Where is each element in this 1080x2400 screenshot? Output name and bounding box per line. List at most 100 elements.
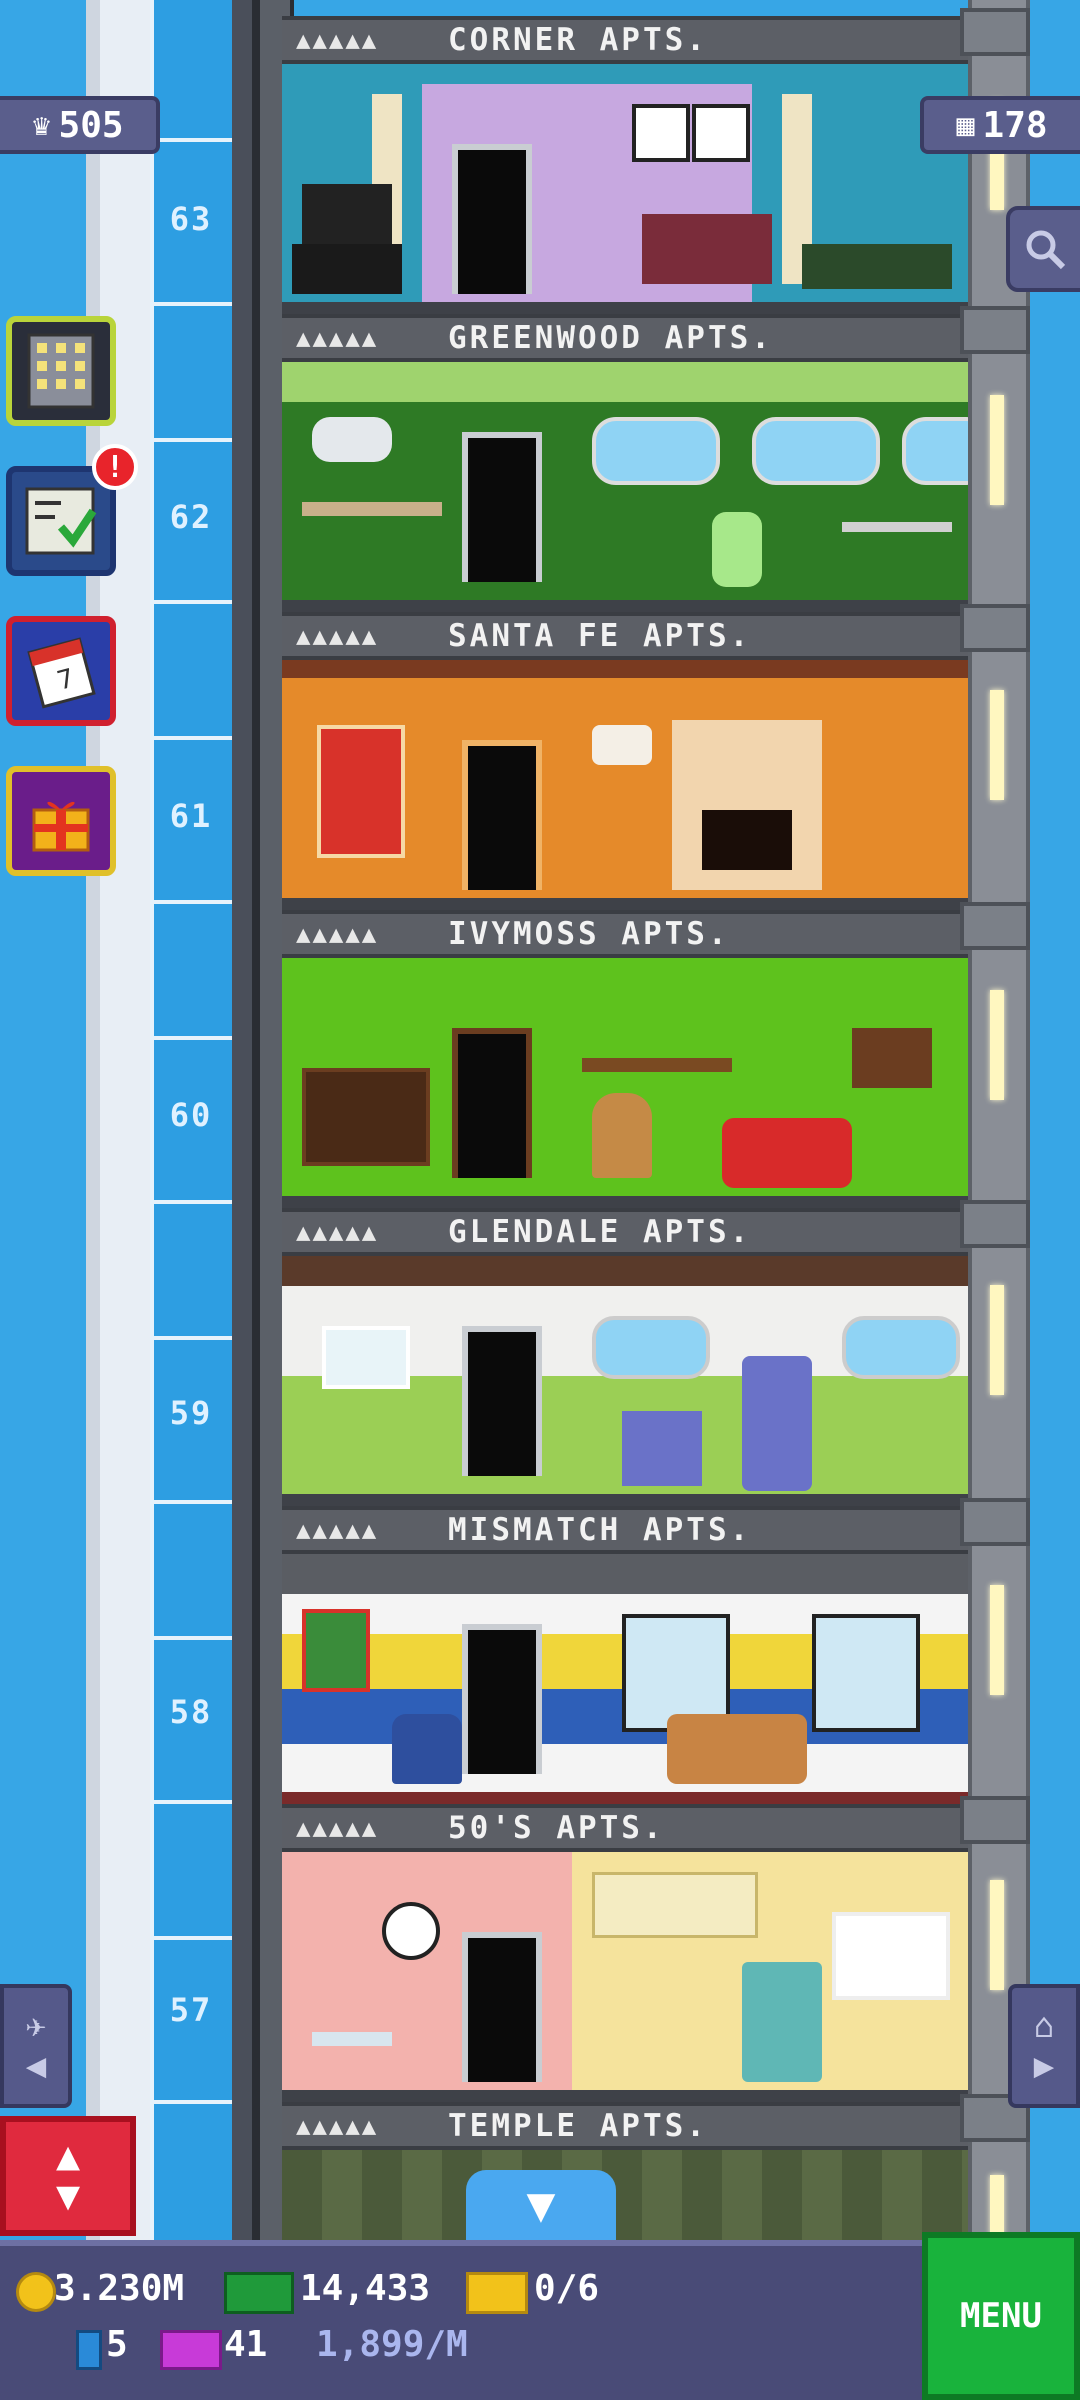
floor-base — [282, 1494, 968, 1506]
calendar-button[interactable]: 7 — [6, 616, 116, 726]
desk — [842, 522, 952, 532]
upper-cabinets — [592, 1872, 758, 1938]
floor-name: SANTA FE APTS. — [448, 618, 752, 654]
floor-stars: ▲▲▲▲▲ — [296, 2112, 379, 2140]
down-arrow-icon: ▼ — [526, 2177, 556, 2233]
floor-50s-apts[interactable] — [282, 1852, 968, 2102]
table — [312, 2032, 392, 2046]
keys-value: 5 — [106, 2324, 128, 2365]
floor-name: CORNER APTS. — [448, 22, 708, 58]
floor-number: 61 — [169, 797, 213, 835]
window — [842, 1316, 960, 1379]
light-strip — [990, 1880, 1004, 1990]
floor-name: GLENDALE APTS. — [448, 1214, 752, 1250]
temple-stone-wall — [282, 2150, 968, 2240]
floor-stars: ▲▲▲▲▲ — [296, 1814, 379, 1842]
floor-stars: ▲▲▲▲▲ — [296, 622, 379, 650]
income-rate: 1,899/M — [316, 2324, 468, 2365]
floor-cap — [960, 1498, 1030, 1546]
search-button[interactable] — [1006, 206, 1080, 292]
floor-number: 60 — [169, 1096, 213, 1134]
apartment-door[interactable] — [462, 432, 542, 582]
chevron-right-icon: ▶ — [1033, 2046, 1055, 2086]
gift-icon — [32, 801, 90, 852]
floor-stars: ▲▲▲▲▲ — [296, 1516, 379, 1544]
coin-icon — [16, 2272, 56, 2312]
floor-cap — [960, 306, 1030, 354]
build-floor-button[interactable] — [6, 316, 116, 426]
gift-button[interactable] — [6, 766, 116, 876]
floor-ivymoss-apts[interactable] — [282, 958, 968, 1208]
window — [852, 1028, 932, 1088]
floor-stars: ▲▲▲▲▲ — [296, 26, 379, 54]
tv-stand — [292, 244, 402, 294]
home-icon: ⌂ — [1033, 2006, 1055, 2046]
light-strip — [990, 1285, 1004, 1395]
window — [752, 417, 880, 485]
scroll-down-button[interactable]: ▼ — [466, 2170, 616, 2240]
window — [812, 1614, 920, 1732]
wall-trim — [282, 362, 968, 402]
floor-base — [282, 898, 968, 910]
shaft-marker — [150, 1036, 232, 1040]
apartment-door[interactable] — [452, 1028, 532, 1178]
floor-base — [282, 302, 968, 314]
light-strip — [990, 395, 1004, 505]
floor-cap — [960, 8, 1030, 56]
picture-frame — [322, 1326, 410, 1389]
building-icon: ▦ — [956, 107, 975, 143]
home-nav-button[interactable]: ⌂ ▶ — [1008, 1984, 1080, 2108]
floor-stars: ▲▲▲▲▲ — [296, 324, 379, 352]
chevron-left-icon: ◀ — [25, 2046, 47, 2086]
elevator-button[interactable]: ▲ ▼ — [0, 2116, 136, 2236]
population-count: 505 — [58, 104, 124, 146]
floor-number: 59 — [169, 1394, 213, 1432]
magnifier-icon — [1026, 230, 1066, 270]
floor-cap — [960, 1796, 1030, 1844]
cactus — [712, 512, 762, 587]
apartment-door[interactable] — [462, 740, 542, 890]
apartment-door[interactable] — [462, 1326, 542, 1476]
up-arrow-icon: ▲ — [55, 2133, 81, 2179]
floor-glendale-apts[interactable] — [282, 1256, 968, 1506]
floor-mismatch-apts[interactable] — [282, 1554, 968, 1804]
apartment-door[interactable] — [462, 1624, 542, 1774]
floor-number: 58 — [169, 1693, 213, 1731]
key-icon — [76, 2330, 102, 2370]
tv-cabinet — [302, 1068, 430, 1166]
bux-icon — [224, 2272, 294, 2314]
fridge — [742, 1356, 812, 1491]
picture-frame — [302, 1609, 370, 1692]
floor-santa-fe-apts[interactable] — [282, 660, 968, 910]
floors-badge[interactable]: ▦ 178 — [920, 96, 1080, 154]
floor-number: 62 — [169, 498, 213, 536]
checklist-icon — [25, 487, 97, 555]
window — [902, 417, 968, 485]
floor-corner-apts[interactable] — [282, 64, 968, 314]
ceiling-trim — [282, 1256, 968, 1286]
floor-name: 50'S APTS. — [448, 1810, 665, 1846]
golden-ticket-icon — [466, 2272, 528, 2314]
window — [832, 1912, 950, 2000]
floor-temple-apts[interactable] — [282, 2150, 968, 2240]
missions-alert-badge: ! — [92, 444, 138, 490]
apartment-door[interactable] — [452, 144, 532, 294]
window — [592, 417, 720, 485]
clock-icon — [382, 1902, 440, 1960]
bottom-status-bar — [0, 2240, 1080, 2400]
vip-value: 41 — [224, 2324, 268, 2365]
floor-greenwood-apts[interactable] — [282, 362, 968, 612]
fridge — [742, 1962, 822, 2082]
coins-value: 3.230M — [54, 2268, 185, 2309]
floor-name: TEMPLE APTS. — [448, 2108, 708, 2144]
shaft-marker — [150, 900, 232, 904]
menu-button[interactable]: MENU — [922, 2232, 1080, 2400]
floor-base — [282, 600, 968, 612]
floor-cap — [960, 604, 1030, 652]
shaft-marker — [150, 1500, 232, 1504]
visitors-nav-button[interactable]: ✈ ◀ — [0, 1984, 72, 2108]
population-badge[interactable]: ♛ 505 — [0, 96, 160, 154]
sofa — [667, 1714, 807, 1784]
apartment-door[interactable] — [462, 1932, 542, 2082]
airplane-icon: ✈ — [25, 2006, 47, 2046]
